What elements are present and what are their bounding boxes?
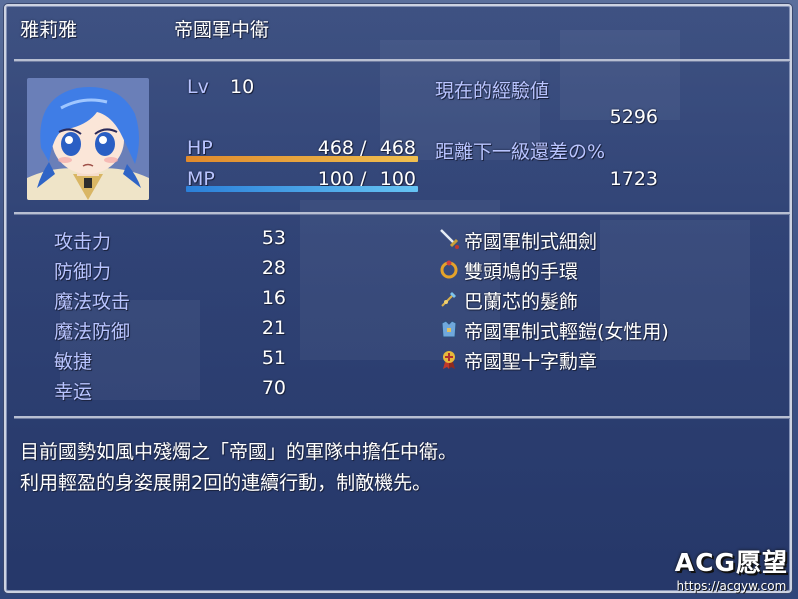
level-value: 10 [230,76,255,98]
equipment-accessory: 雙頭鳩的手環 [464,261,579,283]
ring-icon [438,258,460,280]
sword-icon [438,228,460,250]
param-label-attack: 攻击力 [54,231,112,253]
actor-class: 帝國軍中衛 [174,19,270,41]
medal-icon [438,348,460,370]
hair-ornament-icon [438,288,460,310]
param-label-defense: 防御力 [54,261,112,283]
hp-gauge [186,156,418,162]
actor-name: 雅莉雅 [20,19,78,41]
param-value-agility: 51 [261,347,286,369]
param-value-attack: 53 [261,227,286,249]
param-label-magic-defense: 魔法防御 [54,321,131,343]
equipment-weapon: 帝國軍制式細劍 [464,231,598,253]
param-value-defense: 28 [261,257,286,279]
equipment-body: 帝國軍制式輕鎧(女性用) [464,321,669,343]
param-label-luck: 幸运 [54,381,93,403]
next-level-value: 1723 [609,168,658,190]
armor-icon [438,318,460,340]
profile-line-1: 目前國勢如風中殘燭之「帝國」的軍隊中擔任中衛。 [20,441,458,463]
equipment-head: 巴蘭芯的髮飾 [464,291,579,313]
next-level-label: 距離下一級還差の% [435,141,606,163]
exp-value: 5296 [609,106,658,128]
watermark-url: https://acgyw.com [676,579,787,593]
status-screen: 雅莉雅 帝國軍中衛 Lv 10 HP 468 / 468 MP 100 / 10… [0,0,798,599]
watermark-title: ACG愿望 [674,548,788,577]
actor-portrait [27,78,149,200]
status-window: 雅莉雅 帝國軍中衛 Lv 10 HP 468 / 468 MP 100 / 10… [4,4,792,593]
param-label-agility: 敏捷 [54,351,93,373]
param-value-magic-attack: 16 [261,287,286,309]
level-label: Lv [187,76,209,98]
param-value-luck: 70 [261,377,286,399]
watermark-logo: ACG愿望 https://acgyw.com [675,543,788,593]
param-label-magic-attack: 魔法攻击 [54,291,131,313]
param-value-magic-defense: 21 [261,317,286,339]
divider [14,212,790,214]
mp-gauge [186,186,418,192]
profile-line-2: 利用輕盈的身姿展開2回的連續行動，制敵機先。 [20,472,432,494]
divider [14,59,790,61]
equipment-decoration: 帝國聖十字勳章 [464,351,598,373]
exp-label: 現在的經驗値 [435,80,550,102]
divider [14,416,790,418]
